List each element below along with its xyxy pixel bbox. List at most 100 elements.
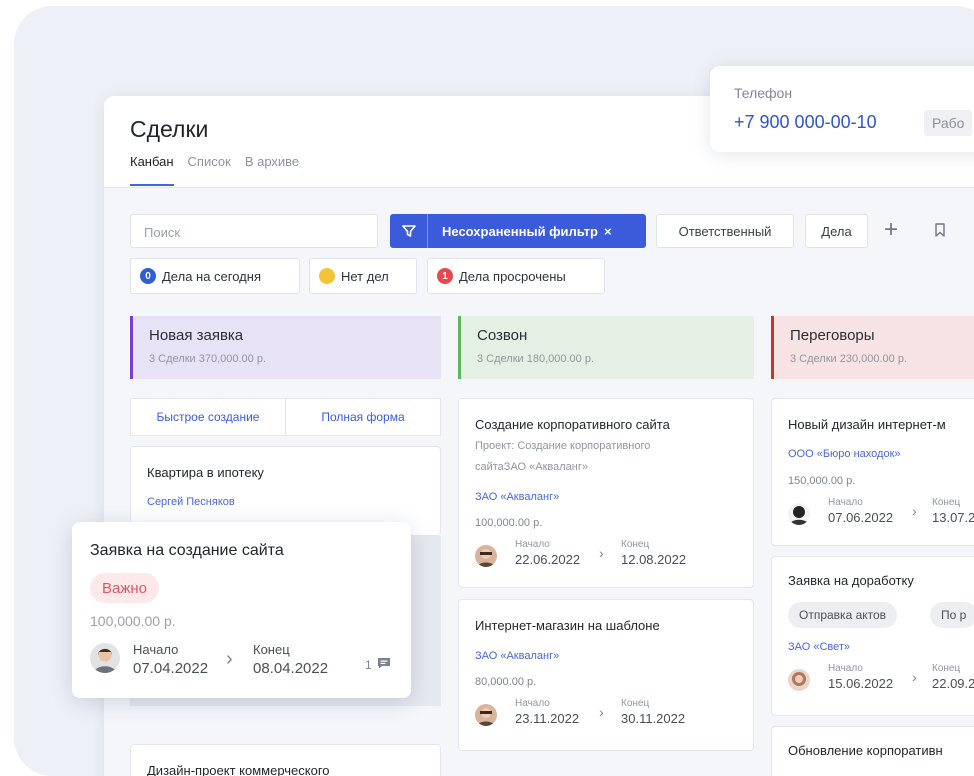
phone-number[interactable]: +7 900 000-00-10 — [734, 112, 877, 133]
deal-project: Проект: Создание корпоративного — [475, 440, 651, 452]
count-badge: 1 — [437, 268, 453, 284]
deal-title: Заявка на создание сайта — [90, 542, 284, 559]
deal-tag[interactable]: По р — [930, 602, 974, 628]
column-summary: 3 Сделки 230,000.00 р. — [790, 353, 908, 365]
deal-card[interactable]: Обновление корпоративн — [771, 726, 974, 776]
deal-person[interactable]: Сергей Песняков — [147, 496, 235, 508]
column-summary: 3 Сделки 370,000.00 р. — [149, 353, 267, 365]
chip-no-tasks[interactable]: Нет дел — [309, 258, 417, 294]
deal-amount: 100,000.00 р. — [475, 517, 543, 529]
view-tabs: Канбан Список В архиве — [130, 154, 299, 186]
comments-count: 1 — [365, 657, 372, 672]
deal-title: Интернет-магазин на шаблоне — [475, 618, 660, 633]
deal-title: Квартира в ипотеку — [147, 465, 264, 480]
page-title: Сделки — [130, 116, 209, 142]
chip-overdue[interactable]: 1 Дела просрочены — [427, 258, 605, 294]
avatar — [475, 704, 497, 726]
deal-card[interactable]: Создание корпоративного сайта Проект: Со… — [458, 398, 754, 588]
start-label: Начало — [515, 698, 550, 709]
column-header-negotiations[interactable]: Переговоры 3 Сделки 230,000.00 р. — [771, 316, 974, 379]
filter-button[interactable]: Несохраненный фильтр × — [390, 214, 646, 248]
phone-label: Телефон — [734, 85, 793, 101]
column-title: Созвон — [477, 327, 528, 344]
deal-title: Новый дизайн интернет-м — [788, 417, 946, 432]
tab-list[interactable]: Список — [188, 154, 231, 186]
count-badge: 0 — [140, 268, 156, 284]
deal-title: Обновление корпоративн — [788, 743, 943, 758]
search-input[interactable]: Поиск — [130, 214, 378, 248]
quick-create-bar: Быстрое создание Полная форма — [130, 398, 441, 436]
column-title: Переговоры — [790, 327, 875, 344]
tasks-button[interactable]: Дела — [805, 214, 868, 248]
deal-title: Дизайн-проект коммерческого — [147, 763, 330, 776]
comment-icon — [377, 657, 391, 672]
dragged-deal-card[interactable]: Заявка на создание сайта Важно 100,000.0… — [72, 522, 411, 698]
deal-company[interactable]: ЗАО «Свет» — [788, 641, 850, 653]
chip-label: Дела просрочены — [459, 268, 566, 284]
chevron-right-icon: › — [599, 545, 604, 561]
count-badge — [319, 268, 335, 284]
start-date: 22.06.2022 — [515, 552, 581, 567]
end-date: 13.07.2 — [932, 510, 974, 525]
bookmark-icon[interactable] — [934, 223, 946, 242]
start-label: Начало — [828, 497, 863, 508]
phone-popover: Телефон +7 900 000-00-10 Рабо — [710, 66, 974, 152]
avatar — [475, 545, 497, 567]
deal-company[interactable]: ЗАО «Акваланг» — [475, 650, 559, 662]
deal-card[interactable]: Новый дизайн интернет-м ООО «Бюро находо… — [771, 398, 974, 546]
column-header-call[interactable]: Созвон 3 Сделки 180,000.00 р. — [458, 316, 754, 379]
full-form-button[interactable]: Полная форма — [286, 399, 440, 435]
chip-label: Дела на сегодня — [162, 268, 261, 284]
deal-card[interactable]: Интернет-магазин на шаблоне ЗАО «Аквалан… — [458, 599, 754, 751]
filter-label: Несохраненный фильтр — [442, 223, 598, 239]
deal-card[interactable]: Дизайн-проект коммерческого — [130, 744, 441, 776]
deal-title: Заявка на доработку — [788, 573, 914, 588]
avatar — [788, 669, 810, 691]
deal-amount: 100,000.00 р. — [90, 613, 176, 629]
deal-amount: 150,000.00 р. — [788, 475, 856, 487]
filter-clear-icon[interactable]: × — [604, 224, 612, 239]
chip-today[interactable]: 0 Дела на сегодня — [130, 258, 300, 294]
end-date: 22.09.2 — [932, 676, 974, 691]
comments-indicator[interactable]: 1 — [365, 657, 391, 672]
end-label: Конец — [932, 663, 961, 674]
deal-company[interactable]: ООО «Бюро находок» — [788, 448, 901, 460]
plus-icon[interactable]: + — [884, 218, 898, 242]
filter-icon — [390, 214, 428, 248]
start-label: Начало — [515, 539, 550, 550]
end-label: Конец — [621, 539, 650, 550]
start-label: Начало — [133, 642, 179, 657]
deal-title: Создание корпоративного сайта — [475, 417, 670, 432]
tab-kanban[interactable]: Канбан — [130, 154, 174, 186]
responsible-button[interactable]: Ответственный — [656, 214, 794, 248]
chevron-right-icon: › — [226, 648, 233, 670]
deal-company[interactable]: ЗАО «Акваланг» — [475, 491, 559, 503]
start-date: 07.06.2022 — [828, 510, 894, 525]
chevron-right-icon: › — [599, 704, 604, 720]
deal-tag[interactable]: Отправка актов — [788, 602, 898, 628]
avatar — [90, 643, 120, 673]
avatar — [788, 503, 810, 525]
end-date: 30.11.2022 — [621, 711, 686, 726]
quick-create-button[interactable]: Быстрое создание — [131, 399, 286, 435]
deal-card[interactable]: Заявка на доработку Отправка актов По р … — [771, 556, 974, 716]
chevron-right-icon: › — [912, 503, 917, 519]
column-summary: 3 Сделки 180,000.00 р. — [477, 353, 595, 365]
start-date: 23.11.2022 — [515, 711, 580, 726]
start-date: 07.04.2022 — [133, 660, 209, 677]
deal-project: сайтаЗАО «Акваланг» — [475, 461, 588, 473]
end-label: Конец — [253, 642, 290, 657]
start-label: Начало — [828, 663, 863, 674]
chevron-right-icon: › — [912, 669, 917, 685]
priority-badge: Важно — [90, 573, 160, 603]
phone-type-tag: Рабо — [924, 110, 973, 136]
end-label: Конец — [621, 698, 650, 709]
deal-amount: 80,000.00 р. — [475, 676, 537, 688]
end-date: 12.08.2022 — [621, 552, 687, 567]
end-label: Конец — [932, 497, 961, 508]
column-header-new[interactable]: Новая заявка 3 Сделки 370,000.00 р. — [130, 316, 441, 379]
end-date: 08.04.2022 — [253, 660, 329, 677]
tab-archive[interactable]: В архиве — [245, 154, 299, 186]
start-date: 15.06.2022 — [828, 676, 894, 691]
chip-label: Нет дел — [341, 268, 389, 284]
